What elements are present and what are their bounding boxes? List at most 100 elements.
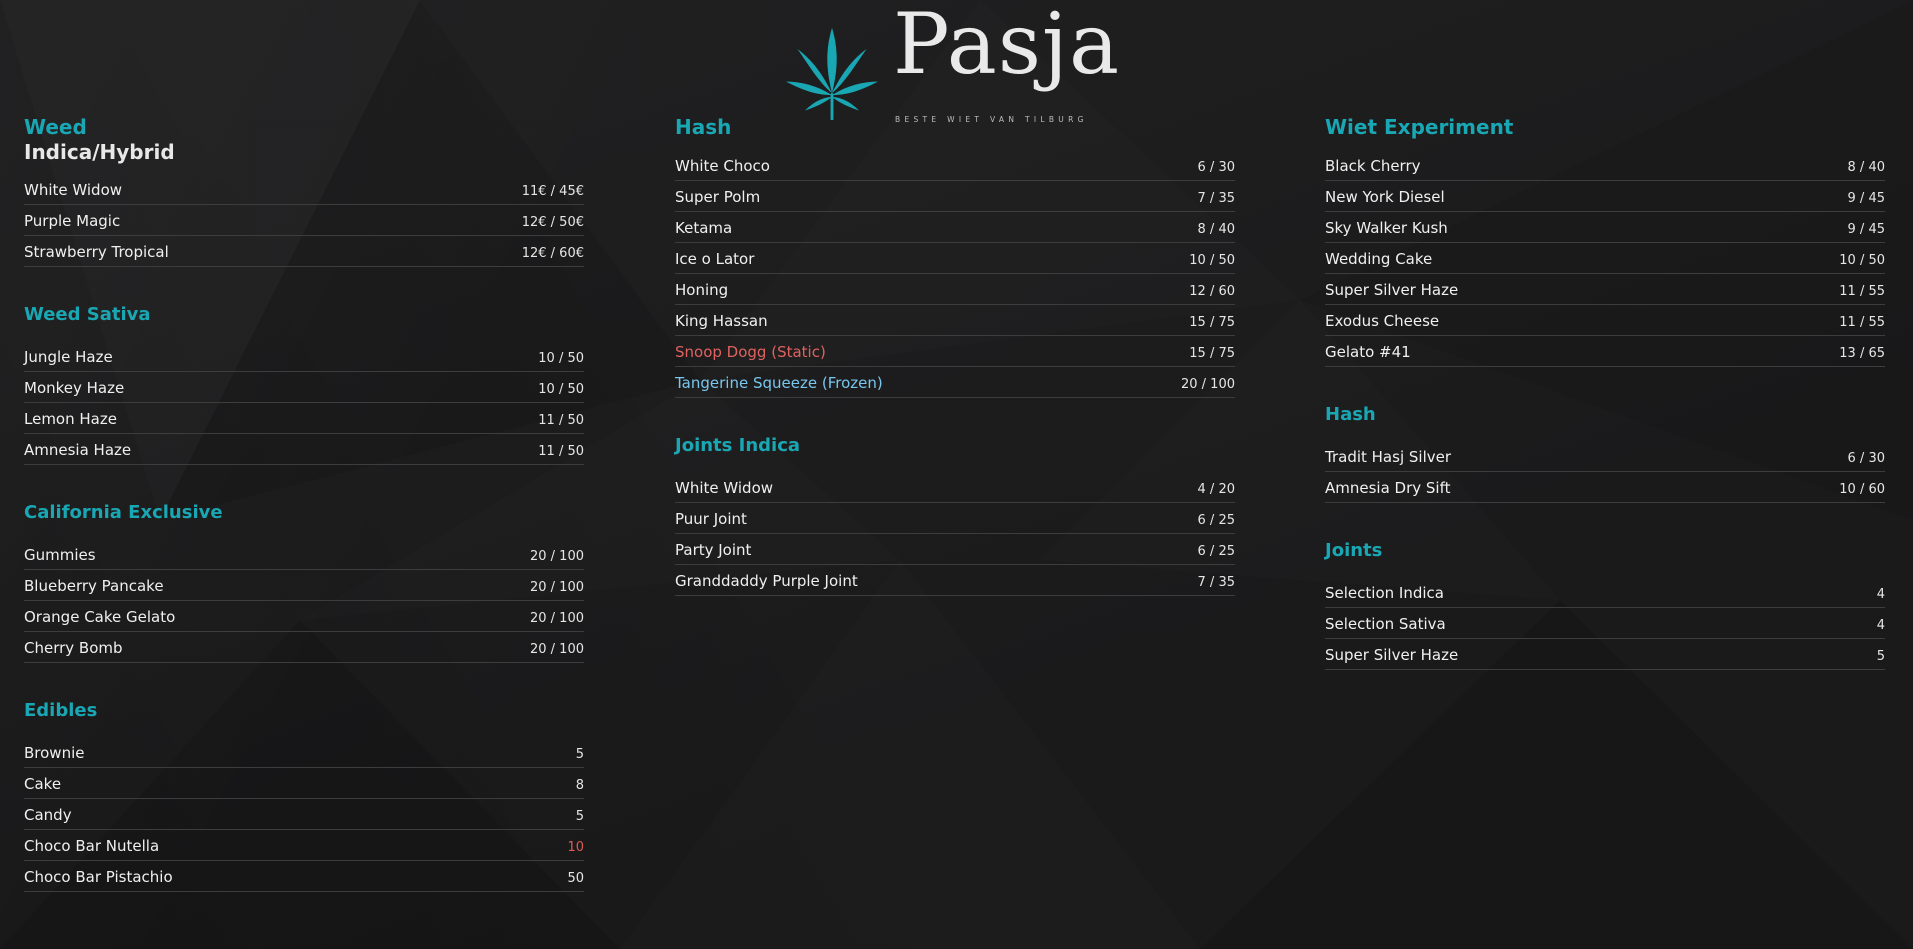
item-name: Gelato #41 xyxy=(1325,343,1411,361)
item-name: Granddaddy Purple Joint xyxy=(675,572,858,590)
item-name: Exodus Cheese xyxy=(1325,312,1440,330)
item-price: 7 / 35 xyxy=(1197,191,1235,206)
item-name: Orange Cake Gelato xyxy=(24,608,176,626)
item-name: Selection Indica xyxy=(1325,584,1444,602)
section-edibles: Edibles Brownie 5 Cake 8 Candy 5 Choco Bar … xyxy=(24,697,584,892)
section-wiet-experiment: Wiet Experiment Black Cherry 8 / 40 New Y… xyxy=(1325,112,1885,367)
item-price: 10 / 60 xyxy=(1839,482,1885,497)
menu-item: Honing 12 / 60 xyxy=(675,274,1235,305)
menu-item: Orange Cake Gelato 20 / 100 xyxy=(24,601,584,632)
item-price: 8 / 40 xyxy=(1847,160,1885,175)
item-name: Gummies xyxy=(24,546,96,564)
item-price: 20 / 100 xyxy=(1181,377,1235,392)
item-name: Choco Bar Nutella xyxy=(24,837,160,855)
menu-item: Selection Sativa 4 xyxy=(1325,608,1885,639)
brand-logo[interactable]: Pasja BESTE WIET VAN TILBURG xyxy=(784,2,1124,128)
menu-item: Gummies 20 / 100 xyxy=(24,539,584,570)
item-name: King Hassan xyxy=(675,312,768,330)
menu-column-3: Wiet Experiment Black Cherry 8 / 40 New Y… xyxy=(1325,112,1885,704)
menu-item: White Widow 4 / 20 xyxy=(675,472,1235,503)
item-name: Amnesia Dry Sift xyxy=(1325,479,1451,497)
item-name: Jungle Haze xyxy=(24,348,113,366)
menu-item: Gelato #41 13 / 65 xyxy=(1325,336,1885,367)
section-california-exclusive: California Exclusive Gummies 20 / 100 Blu… xyxy=(24,499,584,663)
item-price: 4 / 20 xyxy=(1197,482,1235,497)
section-title: Joints Indica xyxy=(675,435,801,456)
item-price: 5 xyxy=(575,809,584,824)
item-price: 10 / 50 xyxy=(538,382,584,397)
menu-item: Candy 5 xyxy=(24,799,584,830)
menu-column-1: Weed Indica/Hybrid White Widow 11€ / 45€ … xyxy=(24,112,584,926)
item-price: 11 / 55 xyxy=(1839,315,1885,330)
item-price: 13 / 65 xyxy=(1839,346,1885,361)
section-title: California Exclusive xyxy=(24,502,223,523)
item-price: 6 / 25 xyxy=(1197,544,1235,559)
menu-item: Lemon Haze 11 / 50 xyxy=(24,403,584,434)
item-name: Super Silver Haze xyxy=(1325,281,1459,299)
item-name: Ketama xyxy=(675,219,733,237)
item-name: Tradit Hasj Silver xyxy=(1325,448,1452,466)
item-name: Snoop Dogg (Static) xyxy=(675,343,826,361)
item-price: 5 xyxy=(1876,649,1885,664)
section-subtitle: Indica/Hybrid xyxy=(24,140,175,164)
item-name: Strawberry Tropical xyxy=(24,243,169,261)
item-name: Cake xyxy=(24,775,62,793)
item-price: 12€ / 60€ xyxy=(521,246,584,261)
item-price: 20 / 100 xyxy=(530,580,584,595)
item-price: 20 / 100 xyxy=(530,549,584,564)
item-price: 7 / 35 xyxy=(1197,575,1235,590)
menu-item: Tradit Hasj Silver 6 / 30 xyxy=(1325,441,1885,472)
item-price: 9 / 45 xyxy=(1847,191,1885,206)
item-price: 11 / 50 xyxy=(538,413,584,428)
item-price: 4 xyxy=(1876,618,1885,633)
item-name: Ice o Lator xyxy=(675,250,755,268)
menu-item: Ketama 8 / 40 xyxy=(675,212,1235,243)
item-name: Super Silver Haze xyxy=(1325,646,1459,664)
menu-item: Granddaddy Purple Joint 7 / 35 xyxy=(675,565,1235,596)
menu-item: Black Cherry 8 / 40 xyxy=(1325,150,1885,181)
menu-item: New York Diesel 9 / 45 xyxy=(1325,181,1885,212)
item-name: Brownie xyxy=(24,744,85,762)
item-price: 6 / 30 xyxy=(1197,160,1235,175)
item-name: Blueberry Pancake xyxy=(24,577,164,595)
brand-name: Pasja xyxy=(893,0,1121,93)
section-title: Hash xyxy=(675,115,732,139)
item-price: 11€ / 45€ xyxy=(521,184,584,199)
item-price: 8 xyxy=(575,778,584,793)
item-price: 11 / 55 xyxy=(1839,284,1885,299)
menu-item: Super Silver Haze 11 / 55 xyxy=(1325,274,1885,305)
menu-item: Tangerine Squeeze (Frozen) 20 / 100 xyxy=(675,367,1235,398)
menu-item: Exodus Cheese 11 / 55 xyxy=(1325,305,1885,336)
section-hash-2: Hash Tradit Hasj Silver 6 / 30 Amnesia Dr… xyxy=(1325,401,1885,503)
section-weed-sativa: Weed Sativa Jungle Haze 10 / 50 Monkey Ha… xyxy=(24,301,584,465)
section-weed: Weed Indica/Hybrid White Widow 11€ / 45€ … xyxy=(24,112,584,267)
item-name: Black Cherry xyxy=(1325,157,1421,175)
menu-item: Monkey Haze 10 / 50 xyxy=(24,372,584,403)
menu-item: Brownie 5 xyxy=(24,737,584,768)
item-price: 6 / 25 xyxy=(1197,513,1235,528)
menu-item: Choco Bar Nutella 10 xyxy=(24,830,584,861)
menu-item: Snoop Dogg (Static) 15 / 75 xyxy=(675,336,1235,367)
item-price: 6 / 30 xyxy=(1847,451,1885,466)
item-name: Purple Magic xyxy=(24,212,121,230)
item-name: Super Polm xyxy=(675,188,761,206)
item-name: Lemon Haze xyxy=(24,410,117,428)
menu-item: Choco Bar Pistachio 50 xyxy=(24,861,584,892)
section-title: Wiet Experiment xyxy=(1325,115,1514,139)
menu-item: Super Polm 7 / 35 xyxy=(675,181,1235,212)
item-price: 15 / 75 xyxy=(1189,315,1235,330)
item-price: 10 / 50 xyxy=(1189,253,1235,268)
item-name: Sky Walker Kush xyxy=(1325,219,1448,237)
item-price: 11 / 50 xyxy=(538,444,584,459)
menu-item: Party Joint 6 / 25 xyxy=(675,534,1235,565)
item-name: Candy xyxy=(24,806,72,824)
item-name: Choco Bar Pistachio xyxy=(24,868,173,886)
item-price: 50 xyxy=(567,871,584,886)
section-hash: Hash White Choco 6 / 30 Super Polm 7 / 35 … xyxy=(675,112,1235,398)
item-name: Wedding Cake xyxy=(1325,250,1433,268)
item-price: 15 / 75 xyxy=(1189,346,1235,361)
item-price: 10 xyxy=(567,840,584,855)
item-price: 8 / 40 xyxy=(1197,222,1235,237)
item-name: Tangerine Squeeze (Frozen) xyxy=(675,374,883,392)
item-name: White Widow xyxy=(24,181,123,199)
